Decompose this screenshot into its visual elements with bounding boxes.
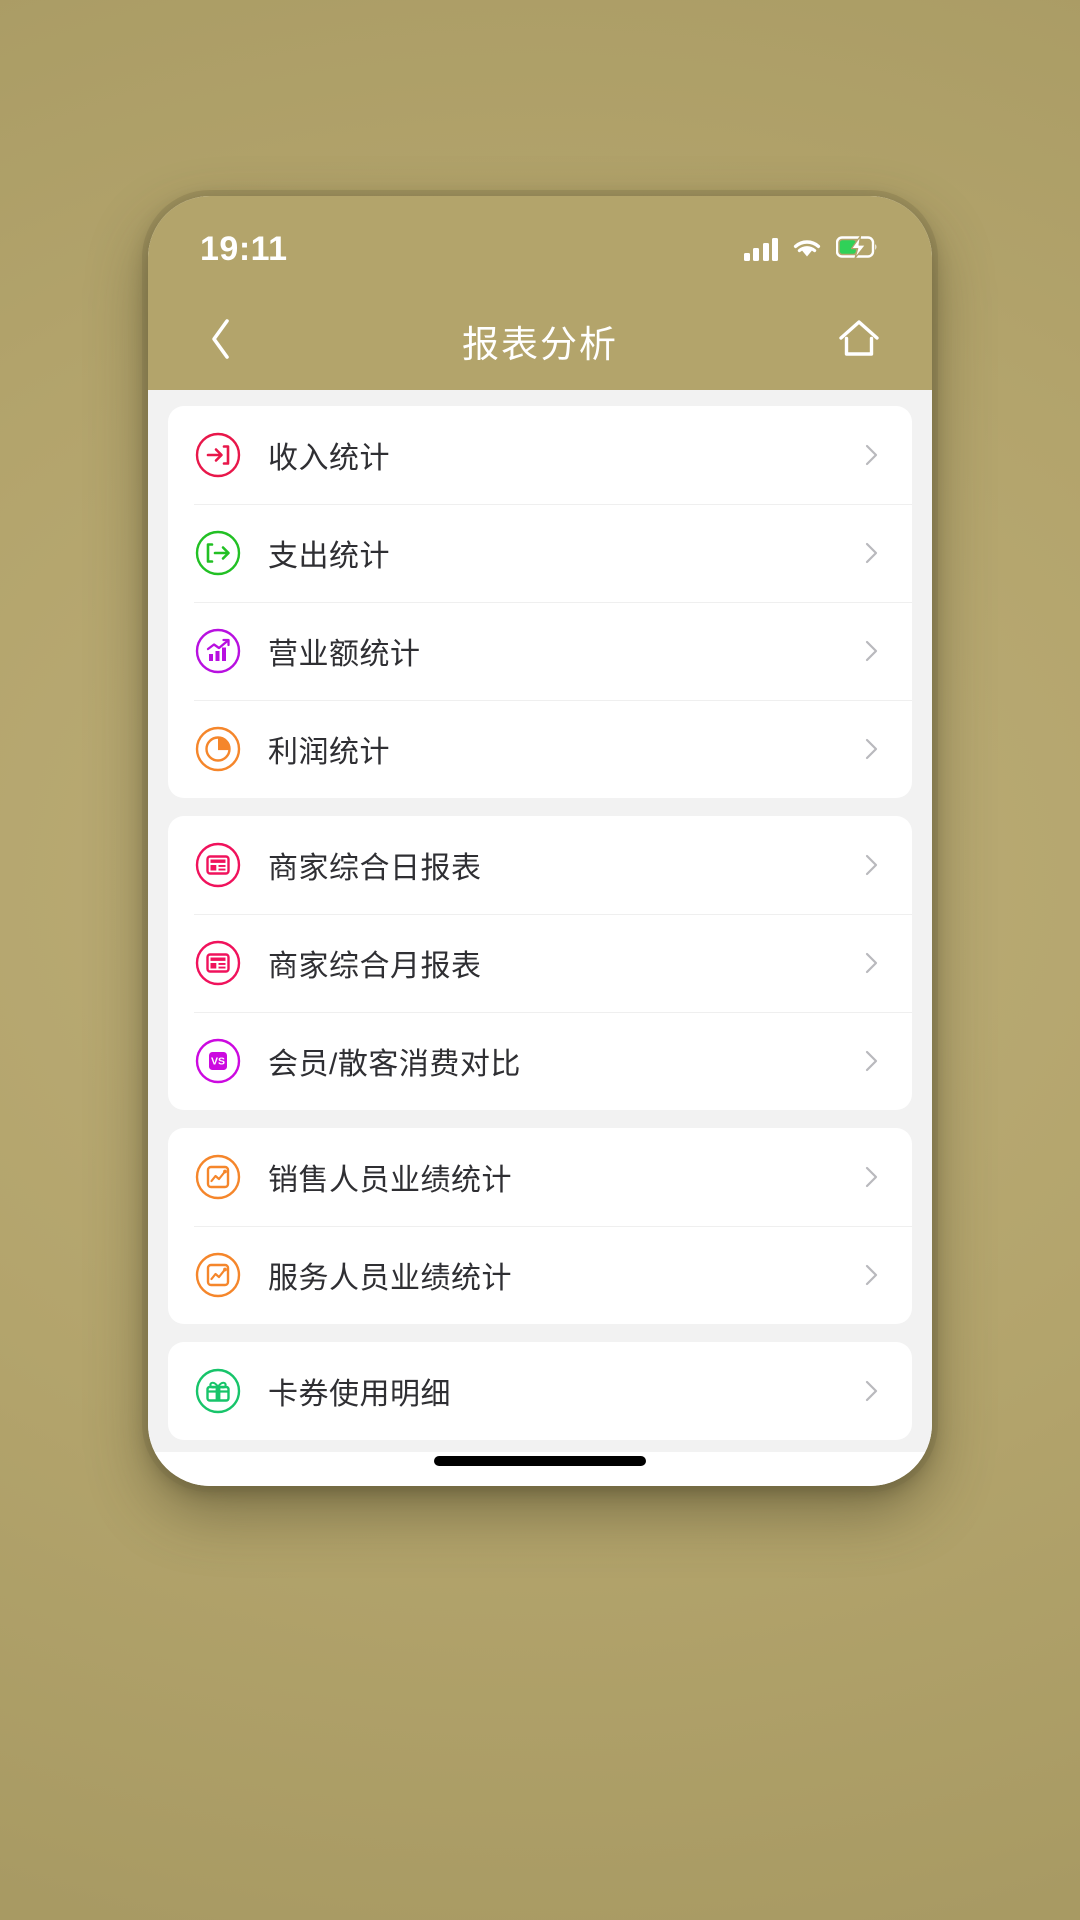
- report-group-merchant-reports: 商家综合日报表 商家综合月报表 VS 会员/散客消费对比: [168, 816, 912, 1110]
- list-item-label: 利润统计: [268, 736, 390, 769]
- wifi-icon: [792, 235, 822, 264]
- chevron-right-icon: [858, 1048, 884, 1074]
- chevron-right-icon: [858, 540, 884, 566]
- list-item[interactable]: 利润统计: [168, 700, 912, 798]
- chevron-left-icon: [208, 317, 234, 366]
- list-item-label: 会员/散客消费对比: [268, 1048, 521, 1081]
- chevron-right-icon: [858, 950, 884, 976]
- expense-logout-arrow-icon: [194, 529, 242, 577]
- back-button[interactable]: [190, 310, 252, 372]
- list-item-label: 营业额统计: [268, 638, 421, 671]
- chevron-right-icon: [858, 1378, 884, 1404]
- home-indicator-area: [148, 1452, 932, 1486]
- list-item-label: 收入统计: [268, 442, 390, 475]
- profit-pie-chart-icon: [194, 725, 242, 773]
- page-title: 报表分析: [462, 324, 618, 365]
- sales-performance-chart-icon: [194, 1153, 242, 1201]
- report-group-coupon-usage: 卡券使用明细: [168, 1342, 912, 1440]
- monthly-report-icon: [194, 939, 242, 987]
- list-item-label: 商家综合月报表: [268, 950, 482, 983]
- report-group-staff-performance: 销售人员业绩统计 服务人员业绩统计: [168, 1128, 912, 1324]
- home-button[interactable]: [828, 310, 890, 372]
- chevron-right-icon: [858, 736, 884, 762]
- list-item[interactable]: 收入统计: [168, 406, 912, 504]
- chevron-right-icon: [858, 442, 884, 468]
- list-item[interactable]: 商家综合日报表: [168, 816, 912, 914]
- list-item-label: 卡券使用明细: [268, 1378, 451, 1411]
- service-performance-chart-icon: [194, 1251, 242, 1299]
- chevron-right-icon: [858, 1262, 884, 1288]
- list-item[interactable]: 服务人员业绩统计: [168, 1226, 912, 1324]
- report-group-finance-stats: 收入统计 支出统计 营业额统计 利润统计: [168, 406, 912, 798]
- status-bar: 19:11: [148, 196, 932, 292]
- nav-bar: 报表分析: [148, 292, 932, 390]
- list-item-label: 服务人员业绩统计: [268, 1262, 512, 1295]
- list-item[interactable]: 销售人员业绩统计: [168, 1128, 912, 1226]
- turnover-bar-chart-icon: [194, 627, 242, 675]
- list-item[interactable]: 营业额统计: [168, 602, 912, 700]
- list-item-label: 销售人员业绩统计: [268, 1164, 512, 1197]
- income-login-arrow-icon: [194, 431, 242, 479]
- chevron-right-icon: [858, 852, 884, 878]
- list-item[interactable]: VS 会员/散客消费对比: [168, 1012, 912, 1110]
- voucher-gift-icon: [194, 1367, 242, 1415]
- battery-charging-icon: [835, 234, 880, 264]
- home-indicator[interactable]: [434, 1456, 646, 1466]
- daily-report-icon: [194, 841, 242, 889]
- svg-text:VS: VS: [211, 1056, 225, 1068]
- list-item[interactable]: 卡券使用明细: [168, 1342, 912, 1440]
- list-item-label: 支出统计: [268, 540, 390, 573]
- list-item[interactable]: 商家综合月报表: [168, 914, 912, 1012]
- chevron-right-icon: [858, 1164, 884, 1190]
- list-item-label: 商家综合日报表: [268, 852, 482, 885]
- phone-frame: 19:11 报表分析 收入统计 支出统计 营业额统计 利润统计 商家综合日报表 …: [148, 196, 932, 1486]
- chevron-right-icon: [858, 638, 884, 664]
- home-icon: [836, 317, 882, 366]
- list-item[interactable]: 支出统计: [168, 504, 912, 602]
- status-bar-icons: [743, 234, 881, 264]
- member-vs-guest-icon: VS: [194, 1037, 242, 1085]
- signal-bars-icon: [743, 237, 778, 261]
- report-list-scroll[interactable]: 收入统计 支出统计 营业额统计 利润统计 商家综合日报表 商家综合月报表 VS …: [148, 390, 932, 1452]
- status-bar-clock: 19:11: [200, 229, 288, 268]
